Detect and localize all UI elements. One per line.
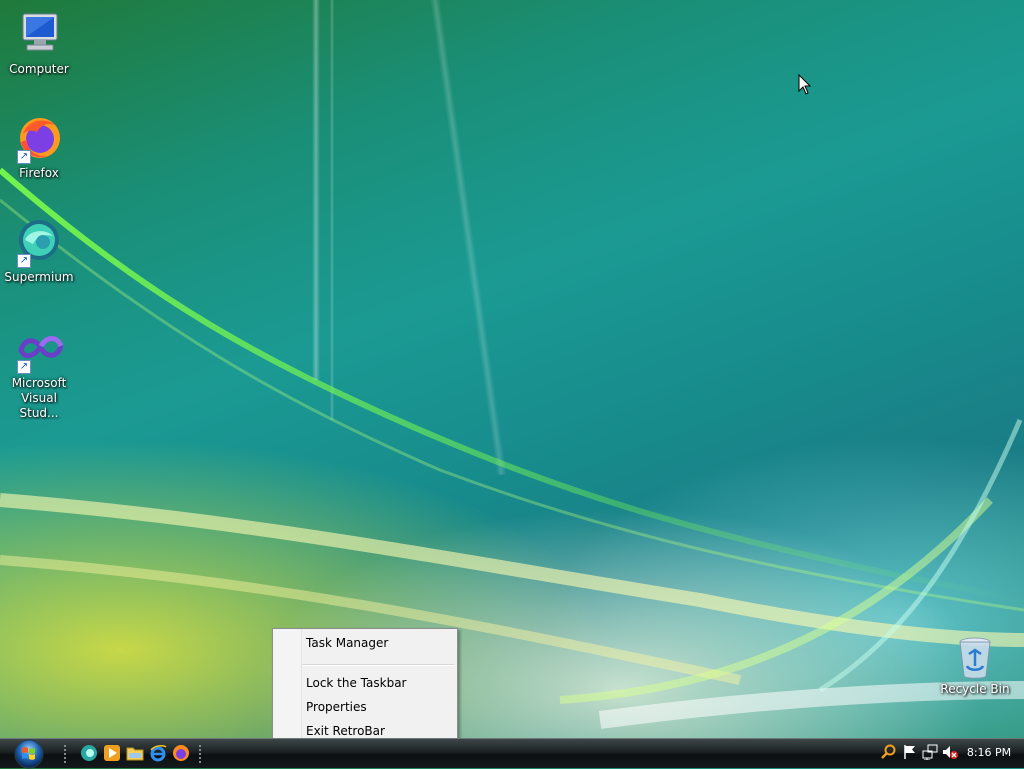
quicklaunch-file-explorer-icon[interactable] bbox=[126, 744, 144, 762]
shortcut-arrow-icon: ↗ bbox=[17, 254, 31, 268]
quicklaunch-internet-explorer-icon[interactable] bbox=[149, 744, 167, 762]
shortcut-arrow-icon: ↗ bbox=[17, 150, 31, 164]
desktop-icon-label: Supermium bbox=[4, 270, 74, 284]
desktop-icon-visual-studio[interactable]: ↗ Microsoft Visual Stud... bbox=[1, 324, 77, 421]
taskbar-grip[interactable] bbox=[198, 744, 202, 764]
firefox-icon: ↗ bbox=[15, 114, 63, 164]
menu-item-lock-taskbar[interactable]: Lock the Taskbar bbox=[306, 676, 407, 690]
menu-item-exit-retrobar[interactable]: Exit RetroBar bbox=[306, 724, 385, 738]
desktop-icon-firefox[interactable]: ↗ Firefox bbox=[1, 114, 77, 181]
recycle-bin-icon bbox=[955, 636, 995, 680]
action-center-flag-icon[interactable] bbox=[902, 744, 918, 760]
supermium-icon: ↗ bbox=[15, 218, 63, 268]
network-icon[interactable] bbox=[922, 744, 938, 760]
desktop-icon-label: Computer bbox=[9, 62, 69, 76]
visual-studio-icon: ↗ bbox=[15, 324, 64, 374]
menu-item-properties[interactable]: Properties bbox=[306, 700, 367, 714]
quicklaunch-media-player-icon[interactable] bbox=[103, 744, 121, 762]
menu-item-task-manager[interactable]: Task Manager bbox=[306, 636, 388, 650]
shortcut-arrow-icon: ↗ bbox=[17, 360, 31, 374]
taskbar-grip[interactable] bbox=[63, 744, 67, 764]
volume-muted-icon[interactable] bbox=[942, 744, 958, 760]
menu-separator bbox=[303, 664, 454, 666]
taskbar-context-menu: Task Manager Lock the Taskbar Properties… bbox=[272, 628, 458, 745]
desktop-icon-label: Recycle Bin bbox=[940, 682, 1010, 696]
quicklaunch-firefox-icon[interactable] bbox=[172, 744, 190, 762]
start-button[interactable] bbox=[8, 739, 50, 769]
desktop-icon-supermium[interactable]: ↗ Supermium bbox=[1, 218, 77, 285]
desktop-icon-label: Microsoft Visual Stud... bbox=[11, 376, 67, 420]
computer-icon bbox=[15, 10, 63, 58]
mouse-cursor-icon bbox=[798, 74, 812, 95]
desktop-wallpaper bbox=[0, 0, 1024, 729]
taskbar-clock[interactable]: 8:16 PM bbox=[960, 746, 1018, 759]
quicklaunch-supermium-icon[interactable] bbox=[80, 744, 98, 762]
menu-icon-gutter bbox=[273, 629, 302, 744]
search-icon[interactable] bbox=[881, 744, 897, 760]
desktop-icon-label: Firefox bbox=[19, 166, 59, 180]
desktop-icon-recycle-bin[interactable]: Recycle Bin bbox=[937, 636, 1013, 697]
desktop-icon-computer[interactable]: Computer bbox=[1, 10, 77, 77]
